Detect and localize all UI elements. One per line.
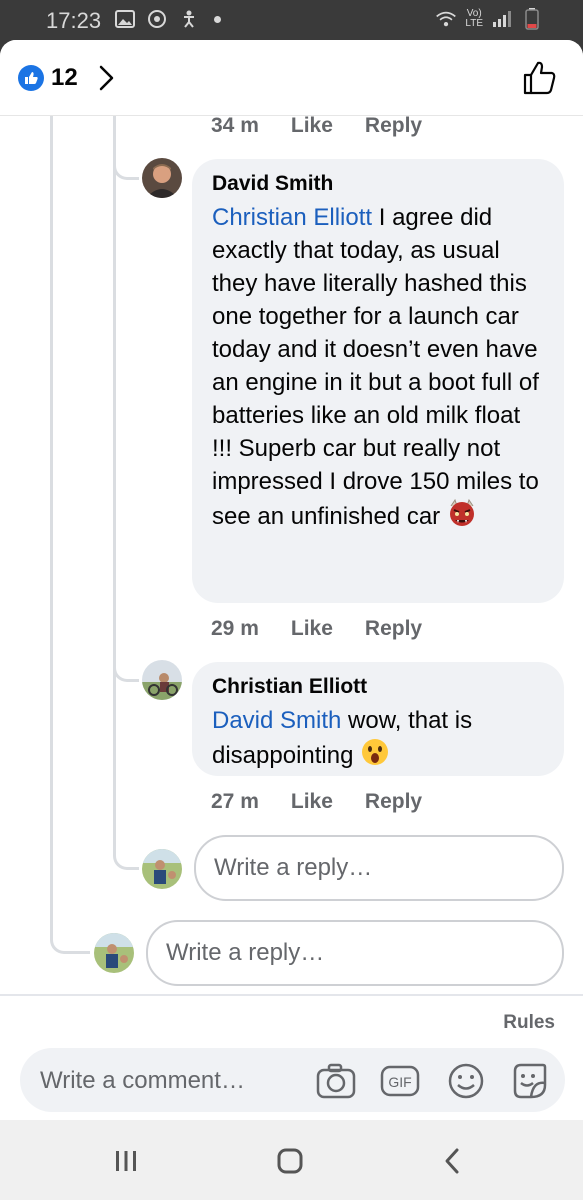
svg-text:GIF: GIF <box>388 1074 411 1090</box>
thread-connector-3 <box>113 840 139 870</box>
avatar[interactable] <box>142 158 182 198</box>
comment-input-placeholder: Write a comment… <box>40 1067 245 1094</box>
comment-timestamp: 27 m <box>211 790 259 813</box>
comment-meta: 27 m Like Reply <box>211 790 422 814</box>
sync-icon <box>146 8 168 30</box>
reply-button[interactable]: Reply <box>365 114 422 138</box>
comment-composer[interactable]: Write a comment… GIF <box>20 1048 565 1112</box>
comment-meta: 29 m Like Reply <box>211 617 422 641</box>
comment-bubble[interactable]: David Smith Christian Elliott I agree di… <box>192 159 564 603</box>
mention-link[interactable]: Christian Elliott <box>212 204 372 231</box>
reply-input-placeholder: Write a reply… <box>166 939 325 966</box>
reply-input-placeholder: Write a reply… <box>214 854 373 881</box>
comment-timestamp: 29 m <box>211 617 259 640</box>
comment-meta-previous: 34 m Like Reply <box>211 114 422 138</box>
like-reaction-icon[interactable] <box>18 65 44 91</box>
thread-line-outer <box>50 116 53 926</box>
sticker-icon[interactable] <box>509 1061 549 1101</box>
signal-icon <box>491 8 513 30</box>
comment-text: David Smith wow, that is disappointing <box>212 704 544 776</box>
astonished-face-emoji-icon <box>360 737 390 776</box>
mention-link[interactable]: David Smith <box>212 707 341 734</box>
gif-icon[interactable]: GIF <box>380 1061 420 1101</box>
accessibility-icon <box>178 8 200 30</box>
lte-indicator: Vo) LTE <box>465 8 483 29</box>
more-notifications-dot <box>214 15 221 23</box>
status-notification-icons <box>114 8 221 30</box>
gallery-icon <box>114 8 136 30</box>
reply-button[interactable]: Reply <box>365 617 422 641</box>
comment-text: Christian Elliott I agree did exactly th… <box>212 201 544 537</box>
wifi-icon <box>435 8 457 30</box>
footer-divider <box>0 994 583 996</box>
reaction-count[interactable]: 12 <box>51 64 78 92</box>
chevron-right-icon[interactable] <box>96 64 118 92</box>
reply-input-nested[interactable]: Write a reply… <box>194 835 564 901</box>
status-bar: 17:23 Vo) LTE <box>0 0 583 40</box>
thumbs-up-icon[interactable] <box>523 60 557 96</box>
comments-sheet: 12 34 m Like Reply David Smith Christian… <box>0 40 583 1120</box>
thread-line-inner <box>113 116 116 846</box>
status-time: 17:23 <box>46 8 102 33</box>
like-button[interactable]: Like <box>291 114 333 138</box>
current-user-avatar <box>94 933 134 973</box>
comment-body-text: I agree did exactly that today, as usual… <box>212 204 539 530</box>
emoji-icon[interactable] <box>446 1061 486 1101</box>
thread-connector-outer <box>50 920 90 954</box>
back-icon[interactable] <box>432 1144 472 1178</box>
recent-apps-icon[interactable] <box>106 1144 146 1178</box>
like-button[interactable]: Like <box>291 790 333 814</box>
android-nav-bar <box>0 1120 583 1200</box>
comment-author[interactable]: Christian Elliott <box>212 674 544 700</box>
current-user-avatar <box>142 849 182 889</box>
like-button[interactable]: Like <box>291 617 333 641</box>
reply-input-outer[interactable]: Write a reply… <box>146 920 564 986</box>
status-system-icons: Vo) LTE <box>435 8 543 30</box>
reply-button[interactable]: Reply <box>365 790 422 814</box>
battery-icon <box>521 8 543 30</box>
ogre-emoji-icon <box>447 498 477 537</box>
comment-author[interactable]: David Smith <box>212 171 544 197</box>
rules-link[interactable]: Rules <box>503 1012 555 1034</box>
thread-connector-1 <box>113 158 139 180</box>
camera-icon[interactable] <box>316 1061 356 1101</box>
comments-header: 12 <box>0 40 583 116</box>
thread-connector-2 <box>113 660 139 682</box>
avatar[interactable] <box>142 660 182 700</box>
home-icon[interactable] <box>270 1144 310 1178</box>
comment-timestamp: 34 m <box>211 114 259 137</box>
comment-bubble[interactable]: Christian Elliott David Smith wow, that … <box>192 662 564 776</box>
